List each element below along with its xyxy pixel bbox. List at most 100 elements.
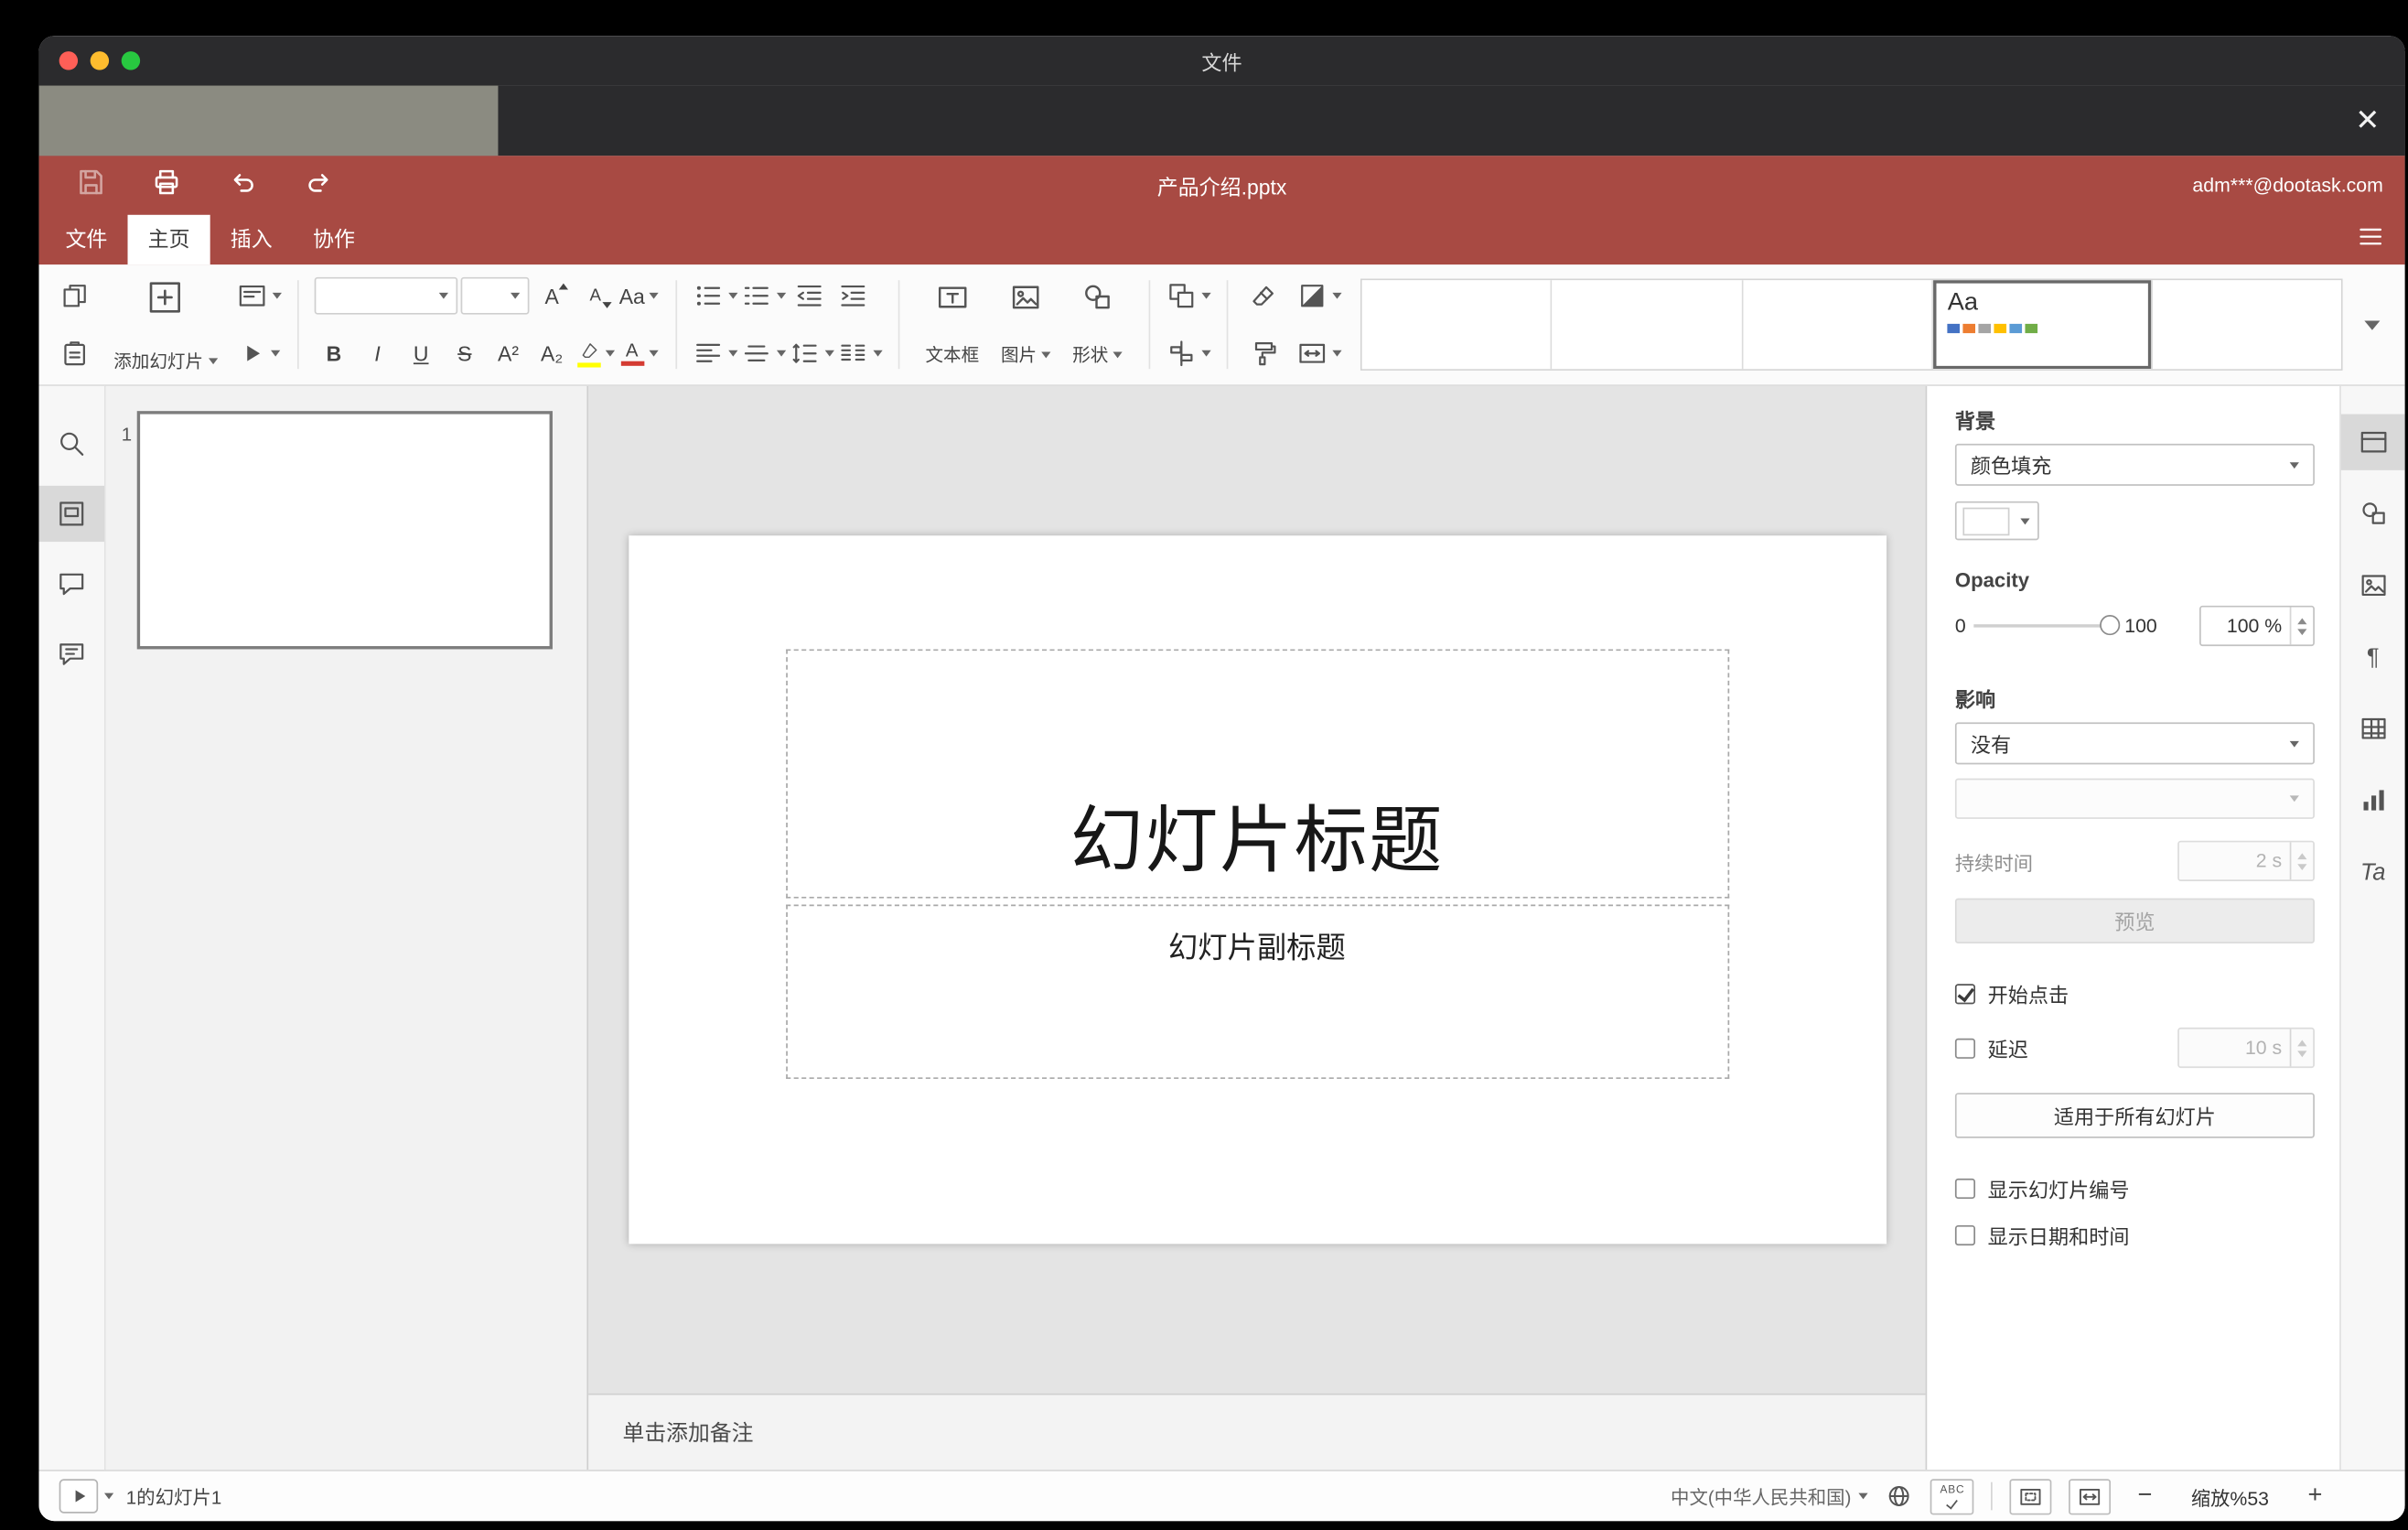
slide-canvas[interactable]: 幻灯片标题 幻灯片副标题 xyxy=(628,535,1887,1244)
bullet-list-button[interactable] xyxy=(692,275,737,316)
close-window-button[interactable] xyxy=(59,51,79,70)
title-placeholder[interactable]: 幻灯片标题 xyxy=(785,649,1729,899)
opacity-slider[interactable] xyxy=(1973,615,2121,637)
slider-knob[interactable] xyxy=(2100,615,2121,636)
show-slide-number-checkbox[interactable] xyxy=(1954,1178,1976,1200)
preview-button[interactable]: 预览 xyxy=(1954,898,2315,944)
insert-image-button[interactable]: 图片 xyxy=(990,275,1061,372)
highlight-color-button[interactable] xyxy=(575,333,616,373)
strikethrough-button[interactable]: S xyxy=(445,333,485,373)
theme-slot-3[interactable] xyxy=(1743,280,1934,370)
tab-insert[interactable]: 插入 xyxy=(210,215,293,264)
tab-collaboration[interactable]: 协作 xyxy=(293,215,375,264)
transition-effect-select[interactable]: 没有 xyxy=(1954,722,2315,765)
copy-style-button[interactable] xyxy=(1243,333,1284,373)
theme-gallery-expand-button[interactable] xyxy=(2349,275,2389,373)
slide-layout-button[interactable] xyxy=(236,275,282,316)
delay-input[interactable]: 10 s xyxy=(2177,1027,2315,1069)
minimize-window-button[interactable] xyxy=(90,51,110,70)
tab-file[interactable]: 文件 xyxy=(45,215,127,264)
theme-slot-5[interactable] xyxy=(2152,280,2341,370)
increase-font-button[interactable]: A xyxy=(532,275,572,316)
font-name-select[interactable] xyxy=(313,276,457,315)
fullscreen-window-button[interactable] xyxy=(121,51,141,70)
start-preview-button[interactable] xyxy=(59,1479,99,1514)
arrange-shape-button[interactable] xyxy=(1166,275,1211,316)
font-size-select[interactable] xyxy=(459,276,529,315)
theme-slot-selected[interactable]: Aa xyxy=(1933,280,2153,370)
decrease-font-button[interactable]: A xyxy=(575,275,616,316)
paragraph-settings-tab[interactable]: ¶ xyxy=(2341,629,2405,684)
fit-to-width-button[interactable] xyxy=(2069,1478,2112,1514)
textart-settings-tab[interactable]: Ta xyxy=(2341,844,2405,900)
decrease-indent-button[interactable] xyxy=(789,275,829,316)
close-preview-button[interactable]: ✕ xyxy=(2355,106,2380,135)
paste-button[interactable] xyxy=(55,333,95,373)
theme-slot-1[interactable] xyxy=(1361,280,1553,370)
zoom-in-button[interactable]: + xyxy=(2308,1483,2323,1508)
tab-home[interactable]: 主页 xyxy=(127,214,210,265)
table-icon xyxy=(2360,717,2385,739)
insert-shape-button[interactable]: 形状 xyxy=(1061,275,1133,372)
increase-indent-button[interactable] xyxy=(832,275,872,316)
zoom-out-button[interactable]: − xyxy=(2137,1483,2152,1508)
slide-thumbnail[interactable] xyxy=(136,411,553,650)
print-button[interactable] xyxy=(151,166,182,205)
slide-size-button[interactable] xyxy=(1296,333,1342,373)
font-color-button[interactable]: A xyxy=(618,333,659,373)
spinner[interactable] xyxy=(2289,842,2314,880)
delay-checkbox[interactable] xyxy=(1954,1037,1976,1059)
chart-settings-tab[interactable] xyxy=(2341,772,2405,828)
clear-style-button[interactable] xyxy=(1243,275,1284,316)
image-settings-tab[interactable] xyxy=(2341,557,2405,613)
apply-to-all-slides-button[interactable]: 适用于所有幻灯片 xyxy=(1954,1093,2315,1138)
opacity-input[interactable]: 100 % xyxy=(2199,605,2315,647)
set-language-button[interactable] xyxy=(1886,1482,1914,1511)
italic-button[interactable]: I xyxy=(357,333,397,373)
show-date-time-checkbox[interactable] xyxy=(1954,1224,1976,1246)
search-button[interactable] xyxy=(39,415,104,471)
horizontal-align-button[interactable] xyxy=(692,333,737,373)
vertical-align-button[interactable] xyxy=(740,333,786,373)
slide-settings-tab[interactable] xyxy=(2340,414,2405,470)
subscript-button[interactable]: A₂ xyxy=(532,333,572,373)
background-fill-select[interactable]: 颜色填充 xyxy=(1954,443,2315,486)
shape-settings-tab[interactable] xyxy=(2341,486,2405,542)
notes-area[interactable]: 单击添加备注 xyxy=(588,1393,1926,1471)
transition-variant-select[interactable] xyxy=(1954,778,2315,819)
duration-input[interactable]: 2 s xyxy=(2177,840,2315,881)
table-settings-tab[interactable] xyxy=(2341,701,2405,757)
line-spacing-button[interactable] xyxy=(789,333,834,373)
redo-button[interactable] xyxy=(304,166,335,205)
menu-button[interactable] xyxy=(2357,221,2385,257)
background-color-select[interactable] xyxy=(1954,501,2039,541)
save-button[interactable] xyxy=(75,166,106,205)
slide-thumbnails-panel: 1 xyxy=(105,385,589,1471)
spinner[interactable] xyxy=(2289,607,2314,645)
chat-button[interactable] xyxy=(39,626,104,682)
change-case-button[interactable]: Aa xyxy=(618,275,660,316)
add-slide-button[interactable] xyxy=(144,275,188,319)
slides-panel-button[interactable] xyxy=(38,485,104,543)
align-shape-button[interactable] xyxy=(1166,333,1211,373)
copy-button[interactable] xyxy=(55,275,95,316)
bold-button[interactable]: B xyxy=(314,333,354,373)
language-select[interactable]: 中文(中华人民共和国) xyxy=(1671,1483,1851,1510)
underline-button[interactable]: U xyxy=(401,333,441,373)
fit-to-slide-button[interactable] xyxy=(2009,1478,2052,1514)
left-rail xyxy=(38,385,106,1471)
insert-textbox-button[interactable]: 文本框 xyxy=(915,275,991,372)
theme-slot-2[interactable] xyxy=(1552,280,1744,370)
spinner[interactable] xyxy=(2289,1029,2314,1067)
spell-check-button[interactable]: ABC xyxy=(1930,1478,1974,1514)
numbered-list-button[interactable] xyxy=(740,275,786,316)
columns-button[interactable] xyxy=(836,333,882,373)
superscript-button[interactable]: A² xyxy=(488,333,528,373)
add-slide-menu[interactable]: 添加幻灯片 xyxy=(113,349,218,373)
start-slideshow-button[interactable] xyxy=(236,333,281,373)
undo-button[interactable] xyxy=(227,166,258,205)
shape-fill-button[interactable] xyxy=(1296,275,1342,316)
comments-button[interactable] xyxy=(39,555,104,611)
start-on-click-checkbox[interactable] xyxy=(1954,984,1976,1005)
subtitle-placeholder[interactable]: 幻灯片副标题 xyxy=(785,904,1729,1079)
